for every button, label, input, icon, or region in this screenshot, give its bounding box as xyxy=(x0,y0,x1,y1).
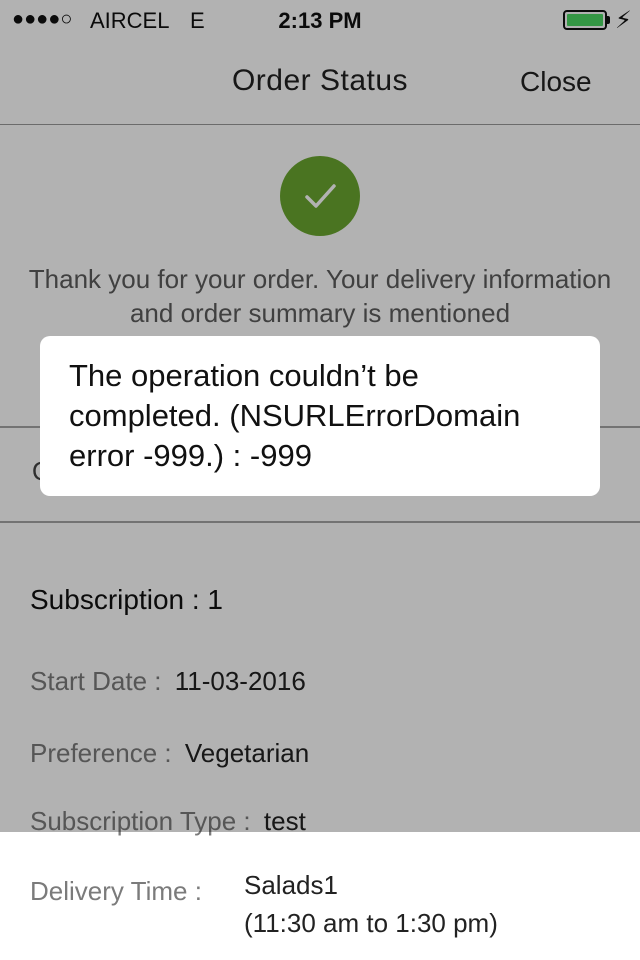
error-message: The operation couldn’t be completed. (NS… xyxy=(69,358,521,473)
delivery-time-label: Delivery Time : xyxy=(30,876,202,906)
delivery-time-value: Salads1 (11:30 am to 1:30 pm) xyxy=(244,866,498,942)
delivery-time-meal: Salads1 xyxy=(244,870,338,900)
error-alert[interactable]: The operation couldn’t be completed. (NS… xyxy=(40,336,600,496)
delivery-time-window: (11:30 am to 1:30 pm) xyxy=(244,908,498,938)
